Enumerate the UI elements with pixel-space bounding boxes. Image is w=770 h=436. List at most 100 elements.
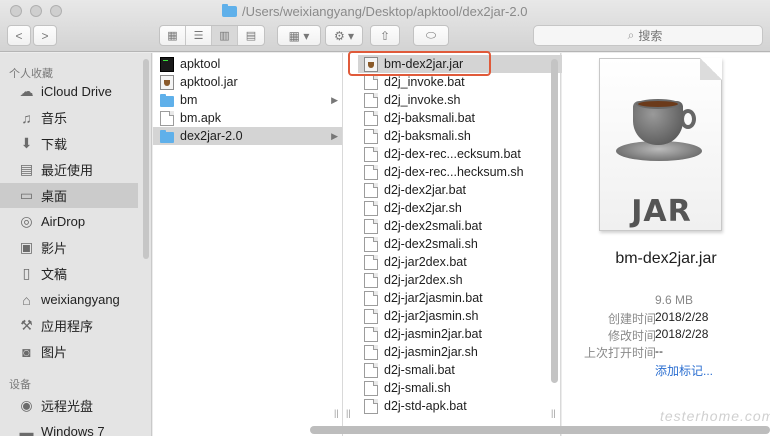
- tags-button[interactable]: ⬭: [413, 25, 449, 46]
- file-name: d2j-dex2jar.bat: [384, 183, 467, 197]
- document-icon: [160, 110, 174, 126]
- document-icon: [364, 380, 378, 396]
- action-button[interactable]: ⚙ ▾: [325, 25, 363, 46]
- jar-file-preview-icon: JAR: [599, 58, 722, 231]
- movies-icon: ▣: [19, 239, 34, 255]
- window-path: /Users/weixiangyang/Desktop/apktool/dex2…: [242, 3, 528, 19]
- icon-view-button[interactable]: ▦: [160, 26, 186, 45]
- file-name: d2j_invoke.bat: [384, 75, 465, 89]
- document-icon: [364, 308, 378, 324]
- file-name: d2j-std-apk.bat: [384, 399, 467, 413]
- list-item[interactable]: d2j-std-apk.bat: [358, 397, 563, 415]
- list-item[interactable]: d2j-jar2jasmin.sh: [358, 307, 563, 325]
- column-view-button[interactable]: ▥: [212, 26, 238, 45]
- list-item[interactable]: apktool.jar: [153, 73, 342, 91]
- list-item[interactable]: dex2jar-2.0 ▶: [153, 127, 342, 145]
- cover-flow-button[interactable]: ▤: [238, 26, 264, 45]
- list-view-button[interactable]: ☰: [186, 26, 212, 45]
- column-apktool: apktool apktool.jar bm ▶ bm.apk dex2jar-…: [153, 53, 343, 436]
- search-icon: ⌕: [627, 28, 635, 42]
- list-item[interactable]: d2j-dex-rec...ecksum.bat: [358, 145, 563, 163]
- coffee-surface-shape: [636, 99, 680, 109]
- list-item[interactable]: d2j-dex-rec...hecksum.sh: [358, 163, 563, 181]
- meta-created: 创建时间 2018/2/28: [562, 310, 770, 327]
- column-resize-handle[interactable]: ||: [551, 408, 556, 418]
- sidebar-item-icloud-drive[interactable]: ☁ iCloud Drive: [0, 79, 138, 104]
- document-icon: [364, 272, 378, 288]
- list-item[interactable]: d2j-jar2jasmin.bat: [358, 289, 563, 307]
- list-item[interactable]: d2j-dex2jar.sh: [358, 199, 563, 217]
- sidebar-item-desktop[interactable]: ▭ 桌面: [0, 183, 138, 208]
- list-item[interactable]: apktool: [153, 55, 342, 73]
- list-item[interactable]: d2j-jar2dex.sh: [358, 271, 563, 289]
- sidebar: 个人收藏 ☁ iCloud Drive ♫ 音乐 ⬇ 下载 ▤ 最近使用 ▭ 桌…: [0, 53, 152, 436]
- list-item[interactable]: d2j-dex2jar.bat: [358, 181, 563, 199]
- home-icon: ⌂: [22, 291, 31, 308]
- list-item[interactable]: d2j_invoke.sh: [358, 91, 563, 109]
- disclosure-arrow-icon: ▶: [331, 130, 338, 141]
- document-icon: [364, 218, 378, 234]
- disc-icon: ◉: [20, 397, 33, 413]
- sidebar-item-remote-disc[interactable]: ◉ 远程光盘: [0, 393, 138, 418]
- file-name: d2j-baksmali.sh: [384, 129, 471, 143]
- column-scrollbar[interactable]: [551, 59, 558, 383]
- column-resize-handle[interactable]: ||: [334, 408, 339, 418]
- list-item[interactable]: d2j-smali.bat: [358, 361, 563, 379]
- sidebar-item-documents[interactable]: ▯ 文稿: [0, 261, 138, 286]
- cover-flow-icon: ▤: [245, 30, 257, 42]
- horizontal-scrollbar[interactable]: [310, 426, 770, 434]
- minimize-window-button[interactable]: [30, 5, 42, 17]
- airdrop-icon: ◎: [20, 213, 33, 229]
- document-icon: [364, 398, 378, 414]
- sidebar-item-movies[interactable]: ▣ 影片: [0, 235, 138, 260]
- sidebar-item-music[interactable]: ♫ 音乐: [0, 105, 138, 130]
- column-resize-handle[interactable]: ||: [346, 408, 351, 418]
- list-item[interactable]: bm ▶: [153, 91, 342, 109]
- document-icon: [364, 290, 378, 306]
- arrange-icon: ▦ ▾: [288, 28, 310, 43]
- sidebar-item-airdrop[interactable]: ◎ AirDrop: [0, 209, 138, 234]
- zoom-window-button[interactable]: [50, 5, 62, 17]
- recent-icon: ▤: [19, 161, 34, 177]
- document-icon: [364, 236, 378, 252]
- file-size: 9.6 MB: [655, 293, 694, 307]
- sidebar-section-devices: 设备: [9, 379, 31, 391]
- sidebar-item-pictures[interactable]: ◙ 图片: [0, 339, 138, 364]
- sidebar-item-home[interactable]: ⌂ weixiangyang: [0, 287, 138, 312]
- document-icon: [364, 92, 378, 108]
- add-tags-link[interactable]: 添加标记...: [655, 362, 713, 379]
- list-item[interactable]: d2j-dex2smali.bat: [358, 217, 563, 235]
- documents-icon: ▯: [22, 265, 31, 281]
- close-window-button[interactable]: [10, 5, 22, 17]
- file-name: d2j-dex2smali.bat: [384, 219, 482, 233]
- back-button[interactable]: <: [7, 25, 31, 46]
- share-button[interactable]: ⇧: [370, 25, 400, 46]
- sidebar-item-recent[interactable]: ▤ 最近使用: [0, 157, 138, 182]
- chevron-right-icon: >: [41, 28, 49, 43]
- sidebar-item-label: 图片: [41, 345, 68, 360]
- sidebar-item-windows-7[interactable]: ▬ Windows 7: [0, 419, 138, 436]
- file-name: d2j_invoke.sh: [384, 93, 461, 107]
- desktop-icon: ▭: [19, 187, 34, 203]
- sidebar-item-downloads[interactable]: ⬇ 下载: [0, 131, 138, 156]
- search-field[interactable]: ⌕: [533, 25, 763, 46]
- sidebar-item-applications[interactable]: ⚒ 应用程序: [0, 313, 138, 338]
- file-name: d2j-baksmali.bat: [384, 111, 476, 125]
- forward-button[interactable]: >: [33, 25, 57, 46]
- list-item[interactable]: d2j-jar2dex.bat: [358, 253, 563, 271]
- list-item[interactable]: bm.apk: [153, 109, 342, 127]
- sidebar-scrollbar[interactable]: [143, 59, 149, 259]
- list-view-icon: ☰: [193, 30, 204, 42]
- search-input[interactable]: [638, 28, 669, 43]
- applications-icon: ⚒: [20, 317, 33, 333]
- list-item[interactable]: d2j-jasmin2jar.bat: [358, 325, 563, 343]
- window-title: /Users/weixiangyang/Desktop/apktool/dex2…: [222, 2, 527, 20]
- list-item[interactable]: d2j-dex2smali.sh: [358, 235, 563, 253]
- document-icon: [364, 254, 378, 270]
- arrange-button[interactable]: ▦ ▾: [277, 25, 321, 46]
- list-item[interactable]: d2j-baksmali.bat: [358, 109, 563, 127]
- list-item[interactable]: d2j-jasmin2jar.sh: [358, 343, 563, 361]
- watermark: testerhome.com: [660, 408, 770, 424]
- list-item[interactable]: d2j-baksmali.sh: [358, 127, 563, 145]
- list-item[interactable]: d2j-smali.sh: [358, 379, 563, 397]
